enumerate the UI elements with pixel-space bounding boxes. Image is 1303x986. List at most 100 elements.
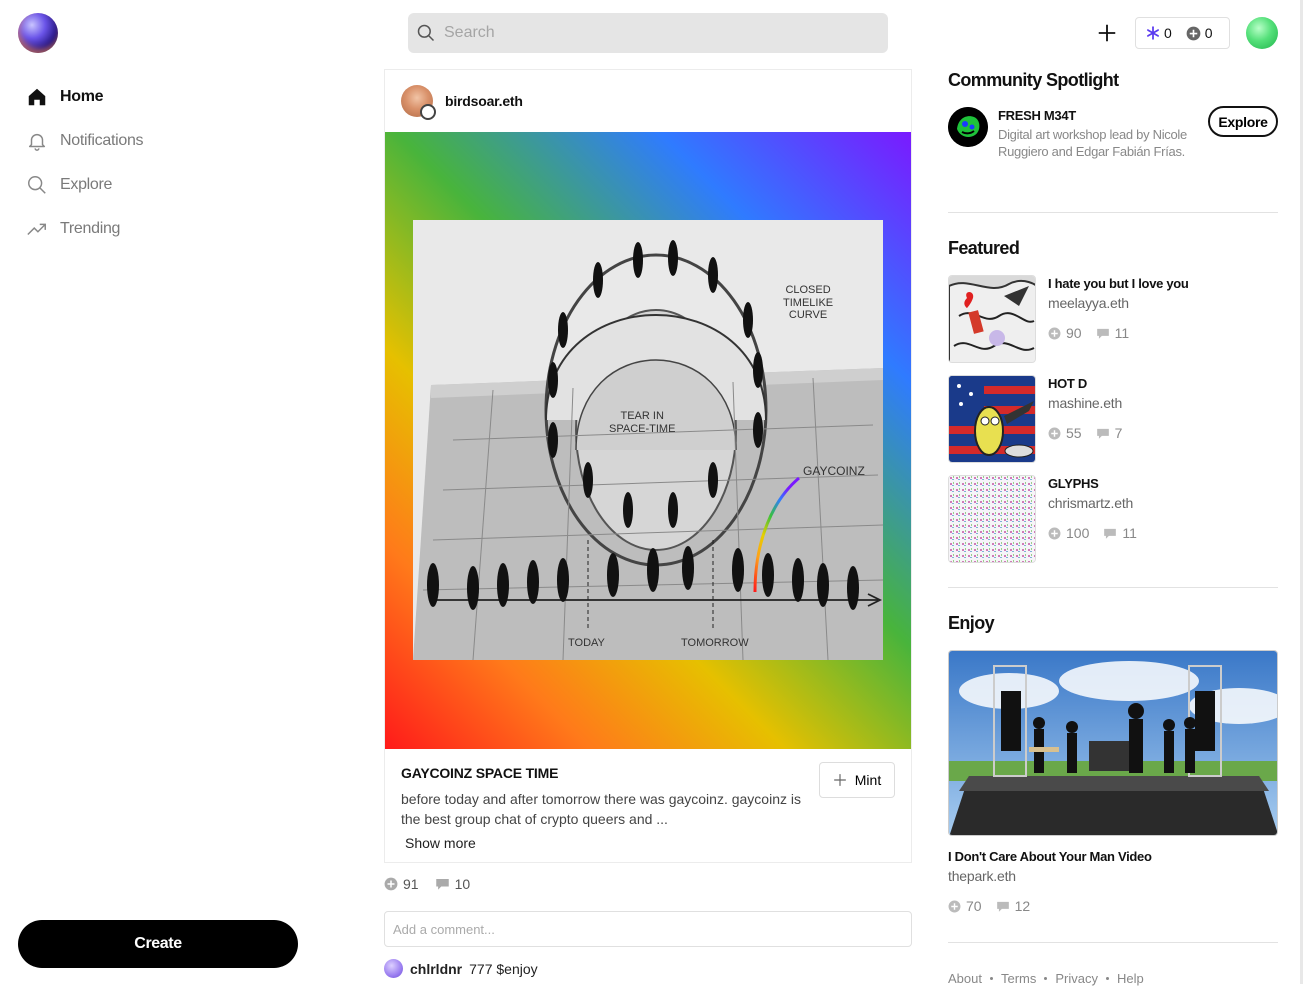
comment-input[interactable] [384,911,912,947]
plus-coin-icon [1048,527,1061,539]
comment-count-value: 11 [1114,325,1130,341]
comment-icon [1096,428,1109,439]
plus-coin-icon [1186,26,1201,40]
mint-count-value: 55 [1066,425,1082,441]
featured-title[interactable]: I hate you but I love you [1048,276,1189,291]
snowflake-icon [1147,26,1159,40]
artwork-label: TODAY [568,637,605,649]
community-logo [948,107,988,147]
mint-count-value: 90 [1066,325,1082,341]
featured-heading: Featured [948,238,1020,258]
artwork-label: CLOSED TIMELIKE CURVE [783,284,834,322]
post-image[interactable]: CLOSED TIMELIKE CURVE TEAR IN SPACE-TIME… [385,132,911,749]
nav-item-label: Notifications [60,132,144,149]
search-input[interactable] [442,23,862,43]
video-stats: 70 12 [948,898,1030,914]
nav-item-label: Home [60,88,104,105]
plus-icon [833,774,846,786]
enjoy-heading: Enjoy [948,613,995,633]
divider [948,942,1278,943]
featured-author[interactable]: chrismartz.eth [1048,495,1133,511]
comment-icon [1104,528,1117,539]
avatar[interactable] [401,85,436,120]
home-icon [28,88,46,106]
post-stats: 91 10 [384,876,470,892]
comment-count-value: 10 [454,876,471,892]
post-description: before today and after tomorrow there wa… [401,791,801,827]
artwork-label: TEAR IN SPACE-TIME [609,410,676,435]
plus-coin-icon [1048,327,1061,339]
video-author[interactable]: thepark.eth [948,868,1016,884]
artwork-label: TOMORROW [681,637,749,649]
video-thumbnail[interactable] [948,650,1278,836]
featured-artwork [949,276,1035,362]
comment-count-value: 7 [1114,425,1123,441]
app-logo[interactable] [18,13,58,53]
comment-count-value: 11 [1122,525,1137,541]
post-body: GAYCOINZ SPACE TIME before today and aft… [385,749,911,863]
nav-item-label: Trending [60,220,121,237]
featured-artwork [949,476,1035,562]
featured-title[interactable]: GLYPHS [1048,476,1099,491]
featured-thumbnail[interactable] [948,475,1036,563]
nav-item-notifications[interactable]: Notifications [26,126,144,156]
mint-count-value: 100 [1066,525,1090,541]
coin-count: 0 [1204,25,1213,41]
nav-item-home[interactable]: Home [26,82,104,112]
trending-icon [27,223,46,236]
divider [948,212,1278,213]
comment-count-value: 12 [1014,898,1031,914]
mint-count[interactable]: 91 [384,876,419,892]
search-icon [417,24,435,42]
search-bar[interactable] [408,13,888,53]
mint-label: Mint [854,772,882,788]
post-header: birdsoar.eth [385,70,911,132]
comment-icon [996,901,1009,912]
featured-stats: 100 11 [1048,525,1137,541]
featured-title[interactable]: HOT D [1048,376,1087,391]
comment-icon [1096,328,1109,339]
plus-coin-icon [1048,427,1061,439]
balance-counters[interactable]: 0 0 [1135,17,1230,49]
community-description: Digital art workshop lead by Nicole Rugg… [998,127,1187,159]
avatar[interactable] [384,959,403,978]
featured-author[interactable]: mashine.eth [1048,395,1122,411]
artwork-diagram: CLOSED TIMELIKE CURVE TEAR IN SPACE-TIME… [413,220,883,660]
featured-artwork [949,376,1035,462]
comment-icon [435,879,449,890]
mint-button[interactable]: Mint [819,762,895,798]
post-username[interactable]: birdsoar.eth [445,93,523,109]
show-more-link[interactable]: Show more [405,835,895,851]
featured-thumbnail[interactable] [948,275,1036,363]
mint-count-value: 91 [403,876,419,892]
plus-coin-icon [948,900,961,912]
featured-stats: 55 7 [1048,425,1122,441]
artwork-label: GAYCOINZ [803,464,865,478]
featured-author[interactable]: meelayya.eth [1048,295,1129,311]
separator-dot [989,977,993,980]
video-still [949,651,1277,835]
explore-community-button[interactable]: Explore [1208,106,1278,137]
search-icon [28,176,46,194]
comment-text: 777 $enjoy [469,960,538,977]
comment-count[interactable]: 10 [435,876,471,892]
mint-count-value: 70 [966,898,982,914]
nav-item-explore[interactable]: Explore [26,170,112,200]
featured-stats: 90 11 [1048,325,1129,341]
plus-icon[interactable] [1096,22,1118,44]
snowflake-count: 0 [1164,25,1172,41]
separator-dot [1044,977,1048,980]
separator-dot [1106,977,1109,980]
video-title[interactable]: I Don't Care About Your Man Video [948,849,1152,864]
featured-thumbnail[interactable] [948,375,1036,463]
community-name[interactable]: FRESH M34T [998,108,1076,123]
community-spotlight-heading: Community Spotlight [948,70,1119,90]
nav-item-trending[interactable]: Trending [26,214,120,244]
community-avatar[interactable] [948,107,988,147]
divider [948,587,1278,588]
latest-comment: chlrldnr 777 $enjoy [384,959,538,978]
comment-username[interactable]: chlrldnr [410,961,462,977]
create-button[interactable]: Create [18,920,298,968]
bell-icon [28,133,46,151]
user-avatar[interactable] [1246,17,1278,49]
